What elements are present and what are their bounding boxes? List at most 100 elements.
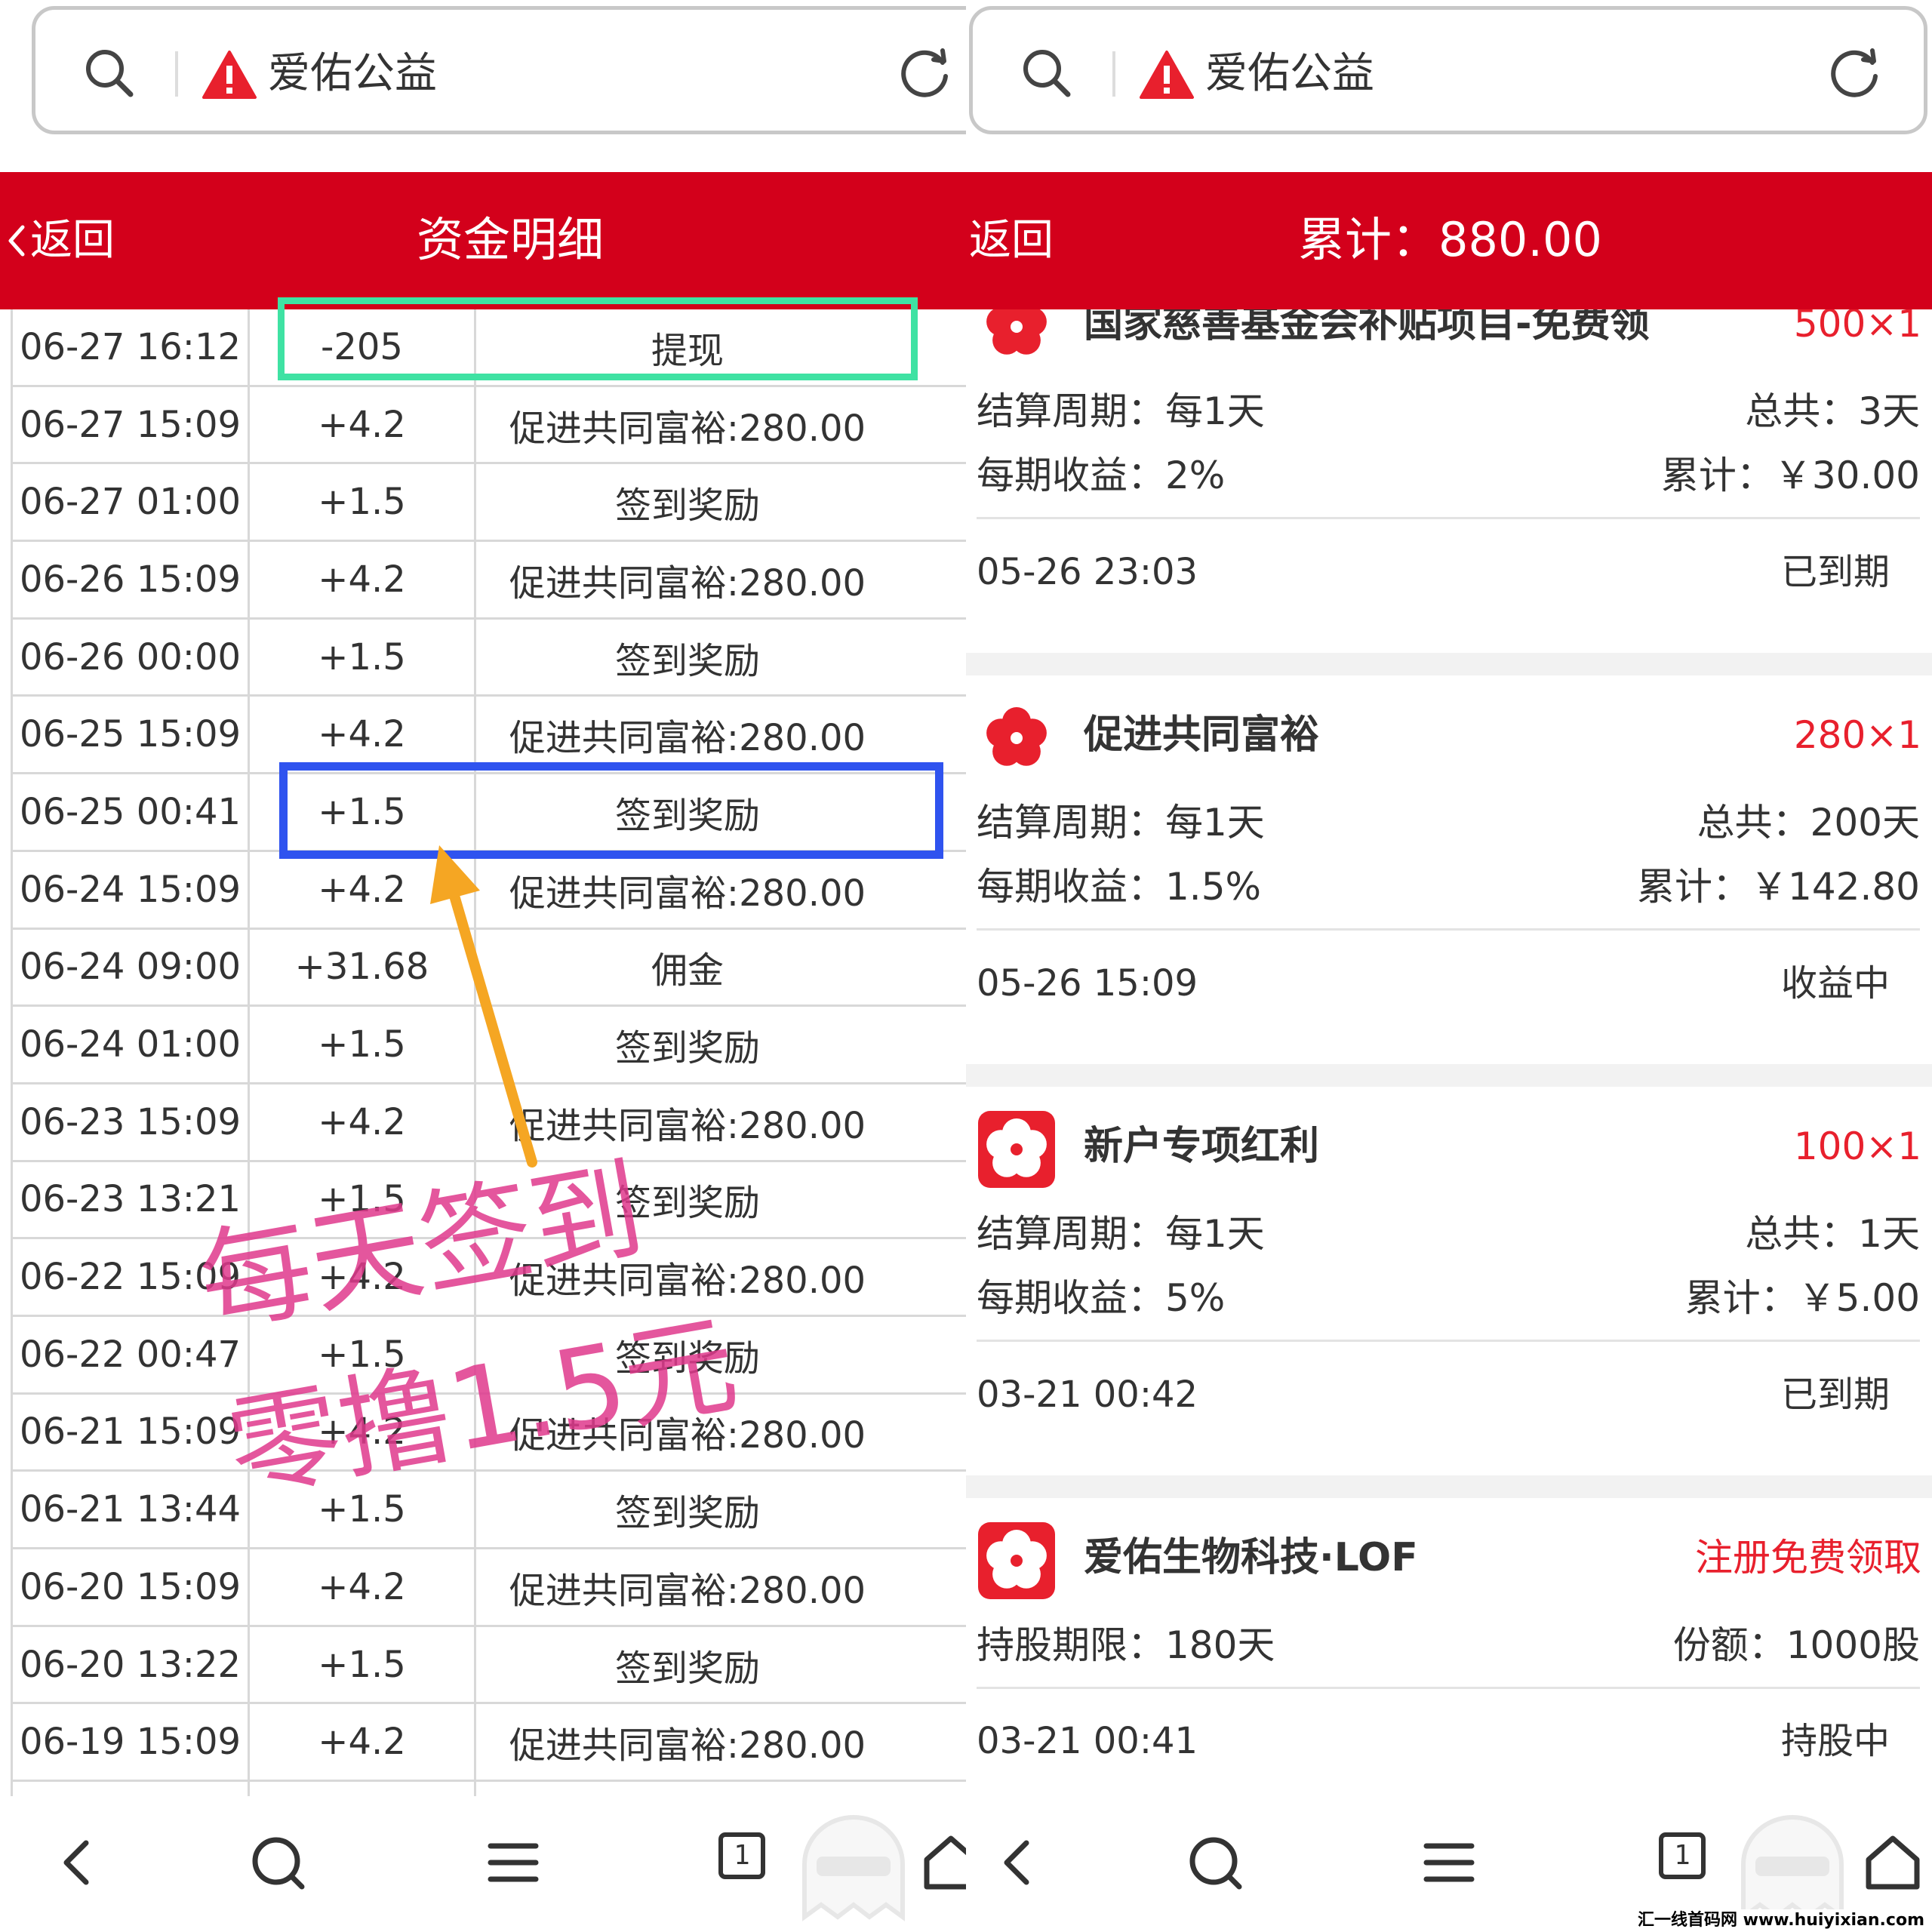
divider: [977, 928, 1920, 931]
product-name: 国家慈善基金会补贴项目-免费领: [1084, 309, 1650, 346]
ledger-description-cell: 促进共同富裕:280.00: [509, 407, 866, 450]
ledger-amount-cell: +4.2: [250, 697, 476, 773]
product-date: 05-26 15:09: [977, 962, 1198, 1004]
ledger-date-cell: 06-24 09:00: [13, 929, 250, 1005]
menu-icon[interactable]: [483, 1832, 543, 1893]
product-date: 05-26 23:03: [977, 551, 1198, 593]
site-name: 爱佑公益: [1205, 49, 1374, 98]
product-tag: 500×1: [1793, 309, 1921, 346]
ledger-description-cell: 促进共同富裕:280.00: [509, 561, 866, 605]
ledger-date-cell: 06-21 15:09: [13, 1394, 250, 1470]
home-icon[interactable]: [921, 1832, 966, 1893]
info-left: 每期收益：5%: [977, 1276, 1226, 1320]
ledger-date-cell: 06-23 15:09: [13, 1084, 250, 1160]
ledger-description-cell: 促进共同富裕:280.00: [509, 717, 866, 760]
back-button[interactable]: 返回: [8, 214, 115, 267]
page-title: 资金明细: [417, 212, 605, 267]
flower-badge-icon: [978, 1111, 1055, 1188]
info-right: 总共：200天: [1697, 801, 1920, 844]
ledger-date-cell: 06-25 00:41: [13, 774, 250, 850]
annotation-arrow: [430, 845, 537, 1168]
home-icon[interactable]: [1863, 1832, 1923, 1893]
info-left: 每期收益：1.5%: [977, 865, 1262, 909]
product-status: 持股中: [1780, 1720, 1890, 1762]
info-left: 结算周期：每1天: [977, 389, 1265, 433]
ledger-date-cell: 06-27 16:12: [13, 309, 250, 385]
checkin-highlight-box: [279, 762, 943, 859]
table-row: 06-21 13:44 +1.5 签到奖励: [13, 1472, 966, 1549]
ledger-date-cell: 06-26 00:00: [13, 619, 250, 695]
back-arrow-icon[interactable]: [48, 1832, 109, 1893]
ledger-amount-cell: [250, 1782, 476, 1796]
tabs-button[interactable]: 1: [718, 1832, 779, 1893]
reload-icon[interactable]: [896, 45, 953, 102]
product-name: 新户专项红利: [1084, 1124, 1320, 1169]
menu-icon[interactable]: [1419, 1832, 1479, 1893]
site-watermark: 汇一线首码网 www.huiyixian.com: [1632, 1909, 1929, 1932]
product-status: 已到期: [1780, 1374, 1890, 1416]
ledger-amount-cell: +1.5: [250, 619, 476, 695]
product-status: 收益中: [1780, 962, 1890, 1004]
table-row: [13, 1782, 966, 1796]
product-info-line: 每期收益：1.5% 累计：￥142.80: [977, 864, 1920, 909]
chevron-left-icon: [8, 225, 25, 257]
back-button[interactable]: 返回: [969, 214, 1054, 267]
info-right: 总共：3天: [1745, 389, 1920, 433]
tab-count: 1: [1674, 1840, 1690, 1871]
flower-icon: [986, 309, 1047, 355]
ledger-date-cell: 06-25 15:09: [13, 697, 250, 773]
info-right: 份额：1000股: [1672, 1623, 1920, 1667]
warning-icon: [202, 51, 257, 99]
product-info-line: 结算周期：每1天 总共：1天: [977, 1211, 1920, 1257]
table-row: 06-19 15:09 +4.2 促进共同富裕:280.00: [13, 1704, 966, 1783]
ledger-screen: 爱佑公益 返回 资金明细 06-27 16:12 -205 提现 06-27 15:0…: [0, 0, 966, 1932]
table-row: 06-26 15:09 +4.2 促进共同富裕:280.00: [13, 542, 966, 620]
ledger-date-cell: [13, 1782, 250, 1796]
ledger-date-cell: 06-20 15:09: [13, 1549, 250, 1625]
info-right: 总共：1天: [1745, 1212, 1920, 1256]
table-row: 06-27 15:09 +4.2 促进共同富裕:280.00: [13, 386, 966, 465]
reload-icon[interactable]: [1826, 45, 1883, 102]
back-arrow-icon[interactable]: [989, 1832, 1049, 1893]
info-right: 累计：￥5.00: [1684, 1276, 1920, 1320]
table-row: 06-20 13:22 +1.5 签到奖励: [13, 1626, 966, 1705]
search-icon[interactable]: [1185, 1832, 1245, 1893]
product-card[interactable]: 促进共同富裕 280×1 结算周期：每1天 总共：200天每期收益：1.5% 累计：￥1…: [966, 675, 1932, 1064]
product-info-line: 持股期限：180天 份额：1000股: [977, 1623, 1920, 1668]
tabs-button[interactable]: 1: [1659, 1832, 1719, 1893]
product-name: 促进共同富裕: [1084, 712, 1320, 758]
divider: [977, 1340, 1920, 1342]
ledger-amount-cell: +4.2: [250, 1549, 476, 1625]
address-bar[interactable]: 爱佑公益: [969, 6, 1927, 134]
product-card[interactable]: 国家慈善基金会补贴项目-免费领 500×1 结算周期：每1天 总共：3天 每期收益：2%…: [966, 309, 1932, 653]
products-screen: 爱佑公益 返回 累计：880.00 国家慈善基金会补贴项目-免费领 500×1 结算…: [966, 0, 1932, 1932]
total-earnings-title: 累计：880.00: [1298, 212, 1602, 267]
ledger-description-cell: 签到奖励: [614, 1647, 760, 1690]
ledger-date-cell: 06-24 01:00: [13, 1007, 250, 1082]
product-tag: 280×1: [1793, 713, 1921, 757]
ghost-mascot-icon: [802, 1815, 905, 1921]
product-tag: 注册免费领取: [1695, 1536, 1921, 1580]
divider: [977, 1687, 1920, 1689]
site-name: 爱佑公益: [268, 49, 437, 98]
product-tag: 100×1: [1793, 1124, 1921, 1168]
address-separator: [1112, 51, 1115, 97]
ledger-description-cell: 签到奖励: [614, 485, 760, 528]
product-card[interactable]: 新户专项红利 100×1 结算周期：每1天 总共：1天 每期收益：5% 累计：￥5.00 0…: [966, 1087, 1932, 1475]
product-date: 03-21 00:42: [977, 1374, 1198, 1416]
ledger-description-cell: [476, 1782, 899, 1796]
search-icon[interactable]: [82, 46, 135, 99]
info-left: 持股期限：180天: [977, 1623, 1275, 1667]
flower-icon: [986, 707, 1047, 766]
flower-badge-icon: [978, 1522, 1055, 1599]
ledger-description-cell: 促进共同富裕:280.00: [509, 1569, 866, 1612]
search-icon[interactable]: [1020, 46, 1072, 99]
ledger-amount-cell: +4.2: [250, 1704, 476, 1780]
withdraw-highlight-box: [278, 297, 918, 380]
info-left: 结算周期：每1天: [977, 801, 1265, 844]
search-icon[interactable]: [248, 1832, 308, 1893]
back-label: 返回: [30, 216, 115, 265]
address-bar[interactable]: 爱佑公益: [32, 6, 966, 134]
card-separator: [966, 653, 1932, 675]
product-card[interactable]: 爱佑生物科技·LOF 注册免费领取 持股期限：180天 份额：1000股 03-21 0…: [966, 1498, 1932, 1796]
